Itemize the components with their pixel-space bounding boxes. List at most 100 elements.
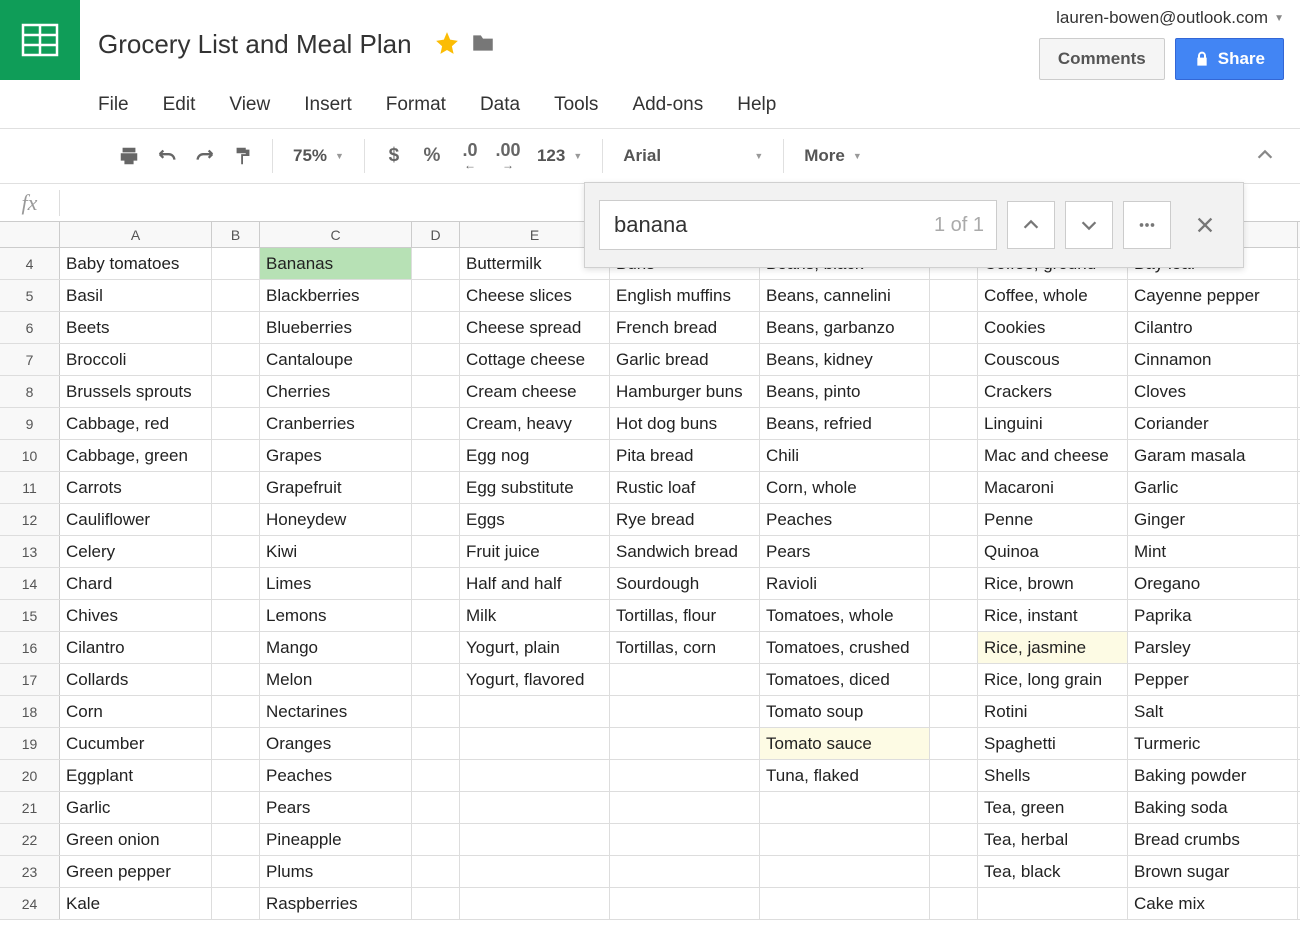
- cell[interactable]: [212, 632, 260, 663]
- cell[interactable]: [930, 824, 978, 855]
- cell[interactable]: Mint: [1128, 536, 1298, 567]
- row-header[interactable]: 20: [0, 760, 60, 791]
- cell[interactable]: [930, 472, 978, 503]
- cell[interactable]: [460, 760, 610, 791]
- cell[interactable]: Honeydew: [260, 504, 412, 535]
- cell[interactable]: Oregano: [1128, 568, 1298, 599]
- cell[interactable]: Cranberries: [260, 408, 412, 439]
- row-header[interactable]: 22: [0, 824, 60, 855]
- cell[interactable]: Rice, long grain: [978, 664, 1128, 695]
- cell[interactable]: Bread crumbs: [1128, 824, 1298, 855]
- cell[interactable]: Beets: [60, 312, 212, 343]
- cell[interactable]: Egg substitute: [460, 472, 610, 503]
- cell[interactable]: French bread: [610, 312, 760, 343]
- cell[interactable]: Eggplant: [60, 760, 212, 791]
- cell[interactable]: [412, 824, 460, 855]
- cell[interactable]: [212, 792, 260, 823]
- cell[interactable]: Yogurt, plain: [460, 632, 610, 663]
- cell[interactable]: Plums: [260, 856, 412, 887]
- cell[interactable]: Brown sugar: [1128, 856, 1298, 887]
- cell[interactable]: Beans, pinto: [760, 376, 930, 407]
- number-format-dropdown[interactable]: 123 ▼: [527, 146, 592, 166]
- cell[interactable]: [930, 536, 978, 567]
- cell[interactable]: [212, 728, 260, 759]
- cell[interactable]: [212, 440, 260, 471]
- cell[interactable]: [412, 280, 460, 311]
- cell[interactable]: Beans, kidney: [760, 344, 930, 375]
- cell[interactable]: [412, 760, 460, 791]
- cell[interactable]: [930, 344, 978, 375]
- menu-addons[interactable]: Add-ons: [632, 94, 703, 116]
- find-close-button[interactable]: [1181, 201, 1229, 249]
- cell[interactable]: [930, 632, 978, 663]
- cell[interactable]: Rice, instant: [978, 600, 1128, 631]
- cell[interactable]: Kale: [60, 888, 212, 919]
- cell[interactable]: [460, 824, 610, 855]
- cell[interactable]: Peaches: [260, 760, 412, 791]
- cell[interactable]: Fruit juice: [460, 536, 610, 567]
- cell[interactable]: Garlic bread: [610, 344, 760, 375]
- cell[interactable]: [412, 664, 460, 695]
- cell[interactable]: Spaghetti: [978, 728, 1128, 759]
- cell[interactable]: Broccoli: [60, 344, 212, 375]
- cell[interactable]: Cayenne pepper: [1128, 280, 1298, 311]
- cell[interactable]: Blackberries: [260, 280, 412, 311]
- cell[interactable]: Hamburger buns: [610, 376, 760, 407]
- cell[interactable]: [460, 696, 610, 727]
- cell[interactable]: Coriander: [1128, 408, 1298, 439]
- cell[interactable]: [610, 888, 760, 919]
- row-header[interactable]: 17: [0, 664, 60, 695]
- cell[interactable]: Ravioli: [760, 568, 930, 599]
- cell[interactable]: Crackers: [978, 376, 1128, 407]
- cell[interactable]: [212, 280, 260, 311]
- row-header[interactable]: 12: [0, 504, 60, 535]
- menu-data[interactable]: Data: [480, 94, 520, 116]
- column-header-A[interactable]: A: [60, 222, 212, 247]
- cell[interactable]: [930, 600, 978, 631]
- cell[interactable]: [412, 888, 460, 919]
- cell[interactable]: [412, 600, 460, 631]
- cell[interactable]: Pita bread: [610, 440, 760, 471]
- cell[interactable]: Mango: [260, 632, 412, 663]
- cell[interactable]: [760, 792, 930, 823]
- undo-button[interactable]: [148, 137, 186, 175]
- cell[interactable]: Corn, whole: [760, 472, 930, 503]
- row-header[interactable]: 6: [0, 312, 60, 343]
- cell[interactable]: Corn: [60, 696, 212, 727]
- cell[interactable]: [212, 408, 260, 439]
- cell[interactable]: Bananas: [260, 248, 412, 279]
- cell[interactable]: Rice, brown: [978, 568, 1128, 599]
- cell[interactable]: Cherries: [260, 376, 412, 407]
- cell[interactable]: Carrots: [60, 472, 212, 503]
- cell[interactable]: Cloves: [1128, 376, 1298, 407]
- cell[interactable]: Cantaloupe: [260, 344, 412, 375]
- cell[interactable]: Shells: [978, 760, 1128, 791]
- cell[interactable]: Rice, jasmine: [978, 632, 1128, 663]
- cell[interactable]: Turmeric: [1128, 728, 1298, 759]
- cell[interactable]: [212, 760, 260, 791]
- cell[interactable]: Salt: [1128, 696, 1298, 727]
- menu-file[interactable]: File: [98, 94, 129, 116]
- cell[interactable]: [412, 568, 460, 599]
- cell[interactable]: [930, 792, 978, 823]
- cell[interactable]: Sourdough: [610, 568, 760, 599]
- cell[interactable]: Parsley: [1128, 632, 1298, 663]
- cell[interactable]: Melon: [260, 664, 412, 695]
- more-toolbar-button[interactable]: More ▼: [794, 146, 872, 166]
- cell[interactable]: [930, 568, 978, 599]
- cell[interactable]: [610, 696, 760, 727]
- cell[interactable]: [930, 856, 978, 887]
- paint-format-button[interactable]: [224, 137, 262, 175]
- cell[interactable]: Chard: [60, 568, 212, 599]
- cell[interactable]: [212, 600, 260, 631]
- cell[interactable]: Baking soda: [1128, 792, 1298, 823]
- cell[interactable]: Cheese slices: [460, 280, 610, 311]
- cell[interactable]: Tomatoes, crushed: [760, 632, 930, 663]
- cell[interactable]: [412, 440, 460, 471]
- cell[interactable]: Cake mix: [1128, 888, 1298, 919]
- cell[interactable]: Coffee, whole: [978, 280, 1128, 311]
- row-header[interactable]: 5: [0, 280, 60, 311]
- row-header[interactable]: 19: [0, 728, 60, 759]
- cell[interactable]: [930, 376, 978, 407]
- cell[interactable]: Rustic loaf: [610, 472, 760, 503]
